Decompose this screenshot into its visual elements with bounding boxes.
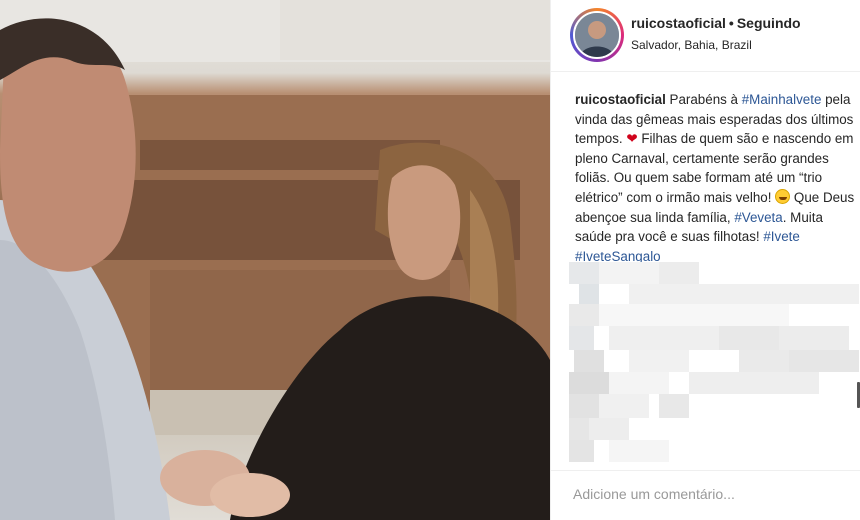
caption-text: Parabéns à [665,92,742,107]
header-separator: • [728,15,734,31]
comment-bar [551,470,860,520]
follow-status-button[interactable]: Seguindo [737,15,801,31]
post-side-panel: ruicostaoficial • Seguindo Salvador, Bahia… [550,0,860,520]
post-caption: ruicostaoficial Parabéns à #Mainhalvete … [575,90,855,266]
username-link[interactable]: ruicostaoficial [631,15,726,31]
hashtag-link-mainhalvete[interactable]: #Mainhalvete [742,92,822,107]
photo-illustration [0,0,550,520]
grinning-sweat-emoji-icon [775,188,791,204]
pixelated-comments [569,262,860,472]
avatar[interactable] [573,11,621,59]
header-user-line: ruicostaoficial • Seguindo [631,15,801,31]
avatar-story-ring[interactable] [570,8,624,62]
post-photo[interactable] [0,0,550,520]
heart-emoji-icon: ❤ [626,131,638,147]
hashtag-link-ivete[interactable]: #Ivete [763,229,799,244]
hashtag-link-veveta[interactable]: #Veveta [734,210,782,225]
caption-username-link[interactable]: ruicostaoficial [575,92,666,107]
location-link[interactable]: Salvador, Bahia, Brazil [631,38,752,52]
instagram-post: ruicostaoficial • Seguindo Salvador, Bahia… [0,0,860,520]
avatar-image [575,13,619,57]
post-header: ruicostaoficial • Seguindo Salvador, Bahia… [551,0,860,72]
comment-input[interactable] [573,483,843,505]
